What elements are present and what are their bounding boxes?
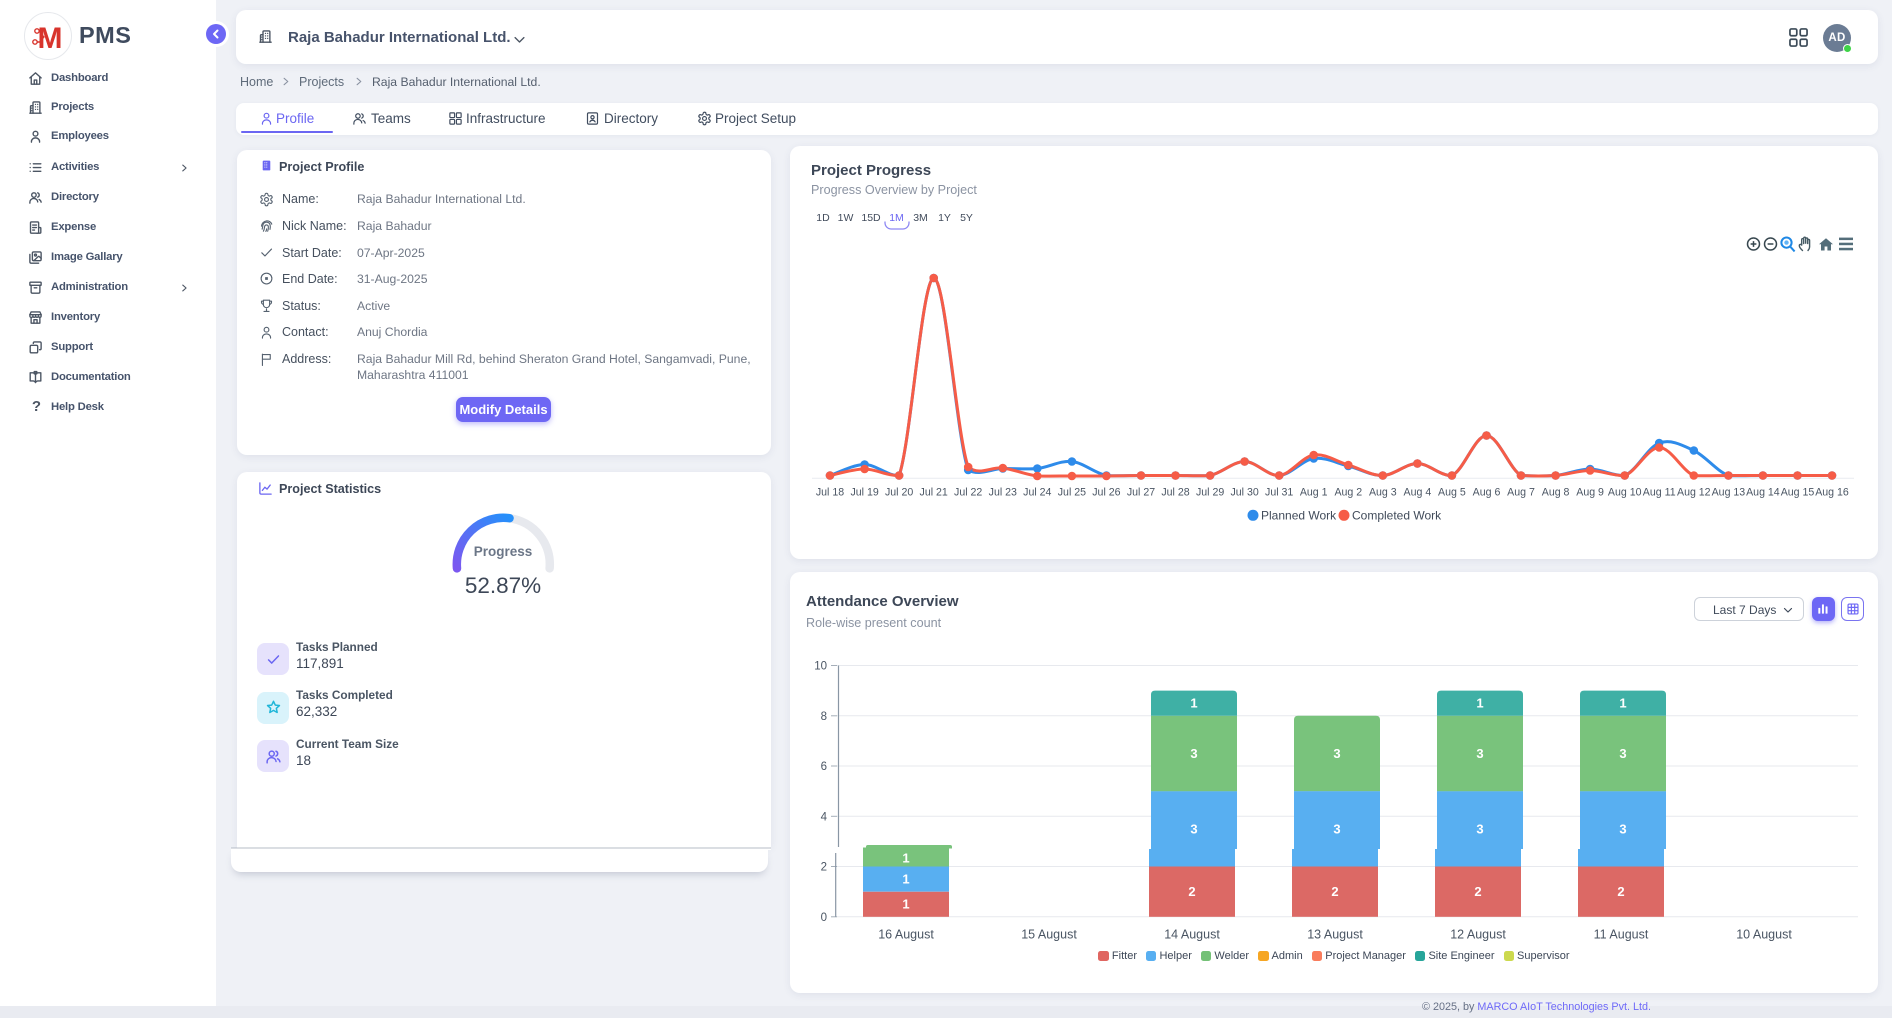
svg-text:Aug 5: Aug 5 [1438,487,1466,499]
svg-text:Aug 6: Aug 6 [1473,487,1501,499]
svg-text:16 August: 16 August [878,928,934,942]
svg-text:2: 2 [1331,884,1338,899]
svg-text:15 August: 15 August [1021,928,1077,942]
svg-text:Jul 25: Jul 25 [1058,487,1086,499]
svg-text:3: 3 [1476,821,1483,836]
svg-text:Jul 28: Jul 28 [1161,487,1189,499]
svg-text:Jul 29: Jul 29 [1196,487,1224,499]
svg-text:Jul 31: Jul 31 [1265,487,1293,499]
svg-text:2: 2 [1617,884,1624,899]
svg-text:Aug 13: Aug 13 [1712,487,1746,499]
svg-text:Aug 9: Aug 9 [1576,487,1604,499]
svg-text:3: 3 [1333,821,1340,836]
svg-text:M: M [38,22,63,55]
svg-text:Jul 19: Jul 19 [850,487,878,499]
svg-text:Completed Work: Completed Work [1352,509,1442,523]
svg-text:1: 1 [902,872,909,887]
svg-text:Aug 11: Aug 11 [1643,487,1676,499]
svg-text:11 August: 11 August [1594,928,1649,942]
svg-text:3: 3 [1619,746,1626,761]
svg-text:10 August: 10 August [1736,928,1792,942]
svg-text:Aug 3: Aug 3 [1369,487,1397,499]
svg-text:Jul 20: Jul 20 [885,487,913,499]
svg-text:1: 1 [1619,696,1626,711]
svg-text:Aug 8: Aug 8 [1542,487,1570,499]
svg-text:1: 1 [1476,696,1483,711]
svg-text:2: 2 [1474,884,1481,899]
svg-text:10: 10 [814,661,827,673]
svg-text:Jul 30: Jul 30 [1230,487,1258,499]
svg-text:Jul 18: Jul 18 [816,487,844,499]
svg-text:Jul 24: Jul 24 [1023,487,1051,499]
svg-text:Aug 10: Aug 10 [1608,487,1642,499]
svg-text:12 August: 12 August [1450,928,1506,942]
svg-text:Jul 21: Jul 21 [920,487,948,499]
svg-text:Jul 27: Jul 27 [1127,487,1155,499]
svg-text:Aug 16: Aug 16 [1815,487,1849,499]
svg-text:Planned Work: Planned Work [1261,509,1337,523]
svg-text:3: 3 [1333,746,1340,761]
svg-text:Aug 1: Aug 1 [1300,487,1328,499]
svg-text:8: 8 [821,711,827,723]
svg-text:1: 1 [1190,696,1197,711]
svg-text:2: 2 [1188,884,1195,899]
svg-text:Aug 2: Aug 2 [1334,487,1362,499]
svg-text:2: 2 [821,862,827,874]
svg-text:3: 3 [1190,821,1197,836]
svg-text:Aug 7: Aug 7 [1507,487,1535,499]
svg-text:Jul 22: Jul 22 [954,487,982,499]
svg-text:3: 3 [1476,746,1483,761]
svg-text:Aug 12: Aug 12 [1677,487,1711,499]
svg-text:Aug 4: Aug 4 [1404,487,1432,499]
svg-text:Aug 15: Aug 15 [1781,487,1815,499]
svg-text:Jul 23: Jul 23 [989,487,1017,499]
svg-text:3: 3 [1190,746,1197,761]
svg-text:0: 0 [821,912,827,924]
svg-text:4: 4 [821,811,828,823]
svg-text:13 August: 13 August [1307,928,1363,942]
svg-text:Aug 14: Aug 14 [1746,487,1780,499]
svg-text:Jul 26: Jul 26 [1092,487,1120,499]
svg-text:1: 1 [902,897,909,912]
svg-text:6: 6 [821,761,827,773]
svg-text:1: 1 [902,850,909,865]
svg-text:3: 3 [1619,821,1626,836]
svg-text:14 August: 14 August [1164,928,1220,942]
